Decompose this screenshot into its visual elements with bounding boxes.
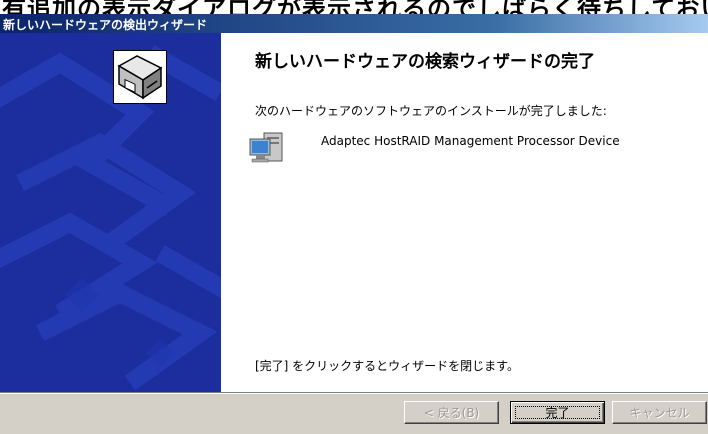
computer-device-icon <box>248 131 286 167</box>
button-bar: < 戻る(B) 完了 キャンセル <box>0 394 708 434</box>
finish-instruction: [完了] をクリックするとウィザードを閉じます。 <box>255 359 519 373</box>
device-name: Adaptec HostRAID Management Processor De… <box>321 134 620 148</box>
cancel-button[interactable]: キャンセル <box>612 401 707 424</box>
wizard-heading: 新しいハードウェアの検索ウィザードの完了 <box>255 52 595 72</box>
finish-button-label: 完了 <box>515 406 600 420</box>
wizard-window: 新しいハードウェアの検出ウィザード 新しいハードウェアの検索ウィザードの完了 次… <box>0 14 708 434</box>
install-complete-message: 次のハードウェアのソフトウェアのインストールが完了しました: <box>255 104 607 118</box>
wizard-content: 新しいハードウェアの検索ウィザードの完了 次のハードウェアのソフトウェアのインス… <box>221 33 708 392</box>
wizard-side-panel <box>0 33 221 392</box>
window-title: 新しいハードウェアの検出ウィザード <box>3 18 208 32</box>
title-bar[interactable]: 新しいハードウェアの検出ウィザード <box>0 14 708 33</box>
hardware-wizard-icon <box>113 50 167 104</box>
finish-button[interactable]: 完了 <box>510 401 605 424</box>
back-button[interactable]: < 戻る(B) <box>404 401 499 424</box>
side-panel-pattern <box>0 45 221 391</box>
